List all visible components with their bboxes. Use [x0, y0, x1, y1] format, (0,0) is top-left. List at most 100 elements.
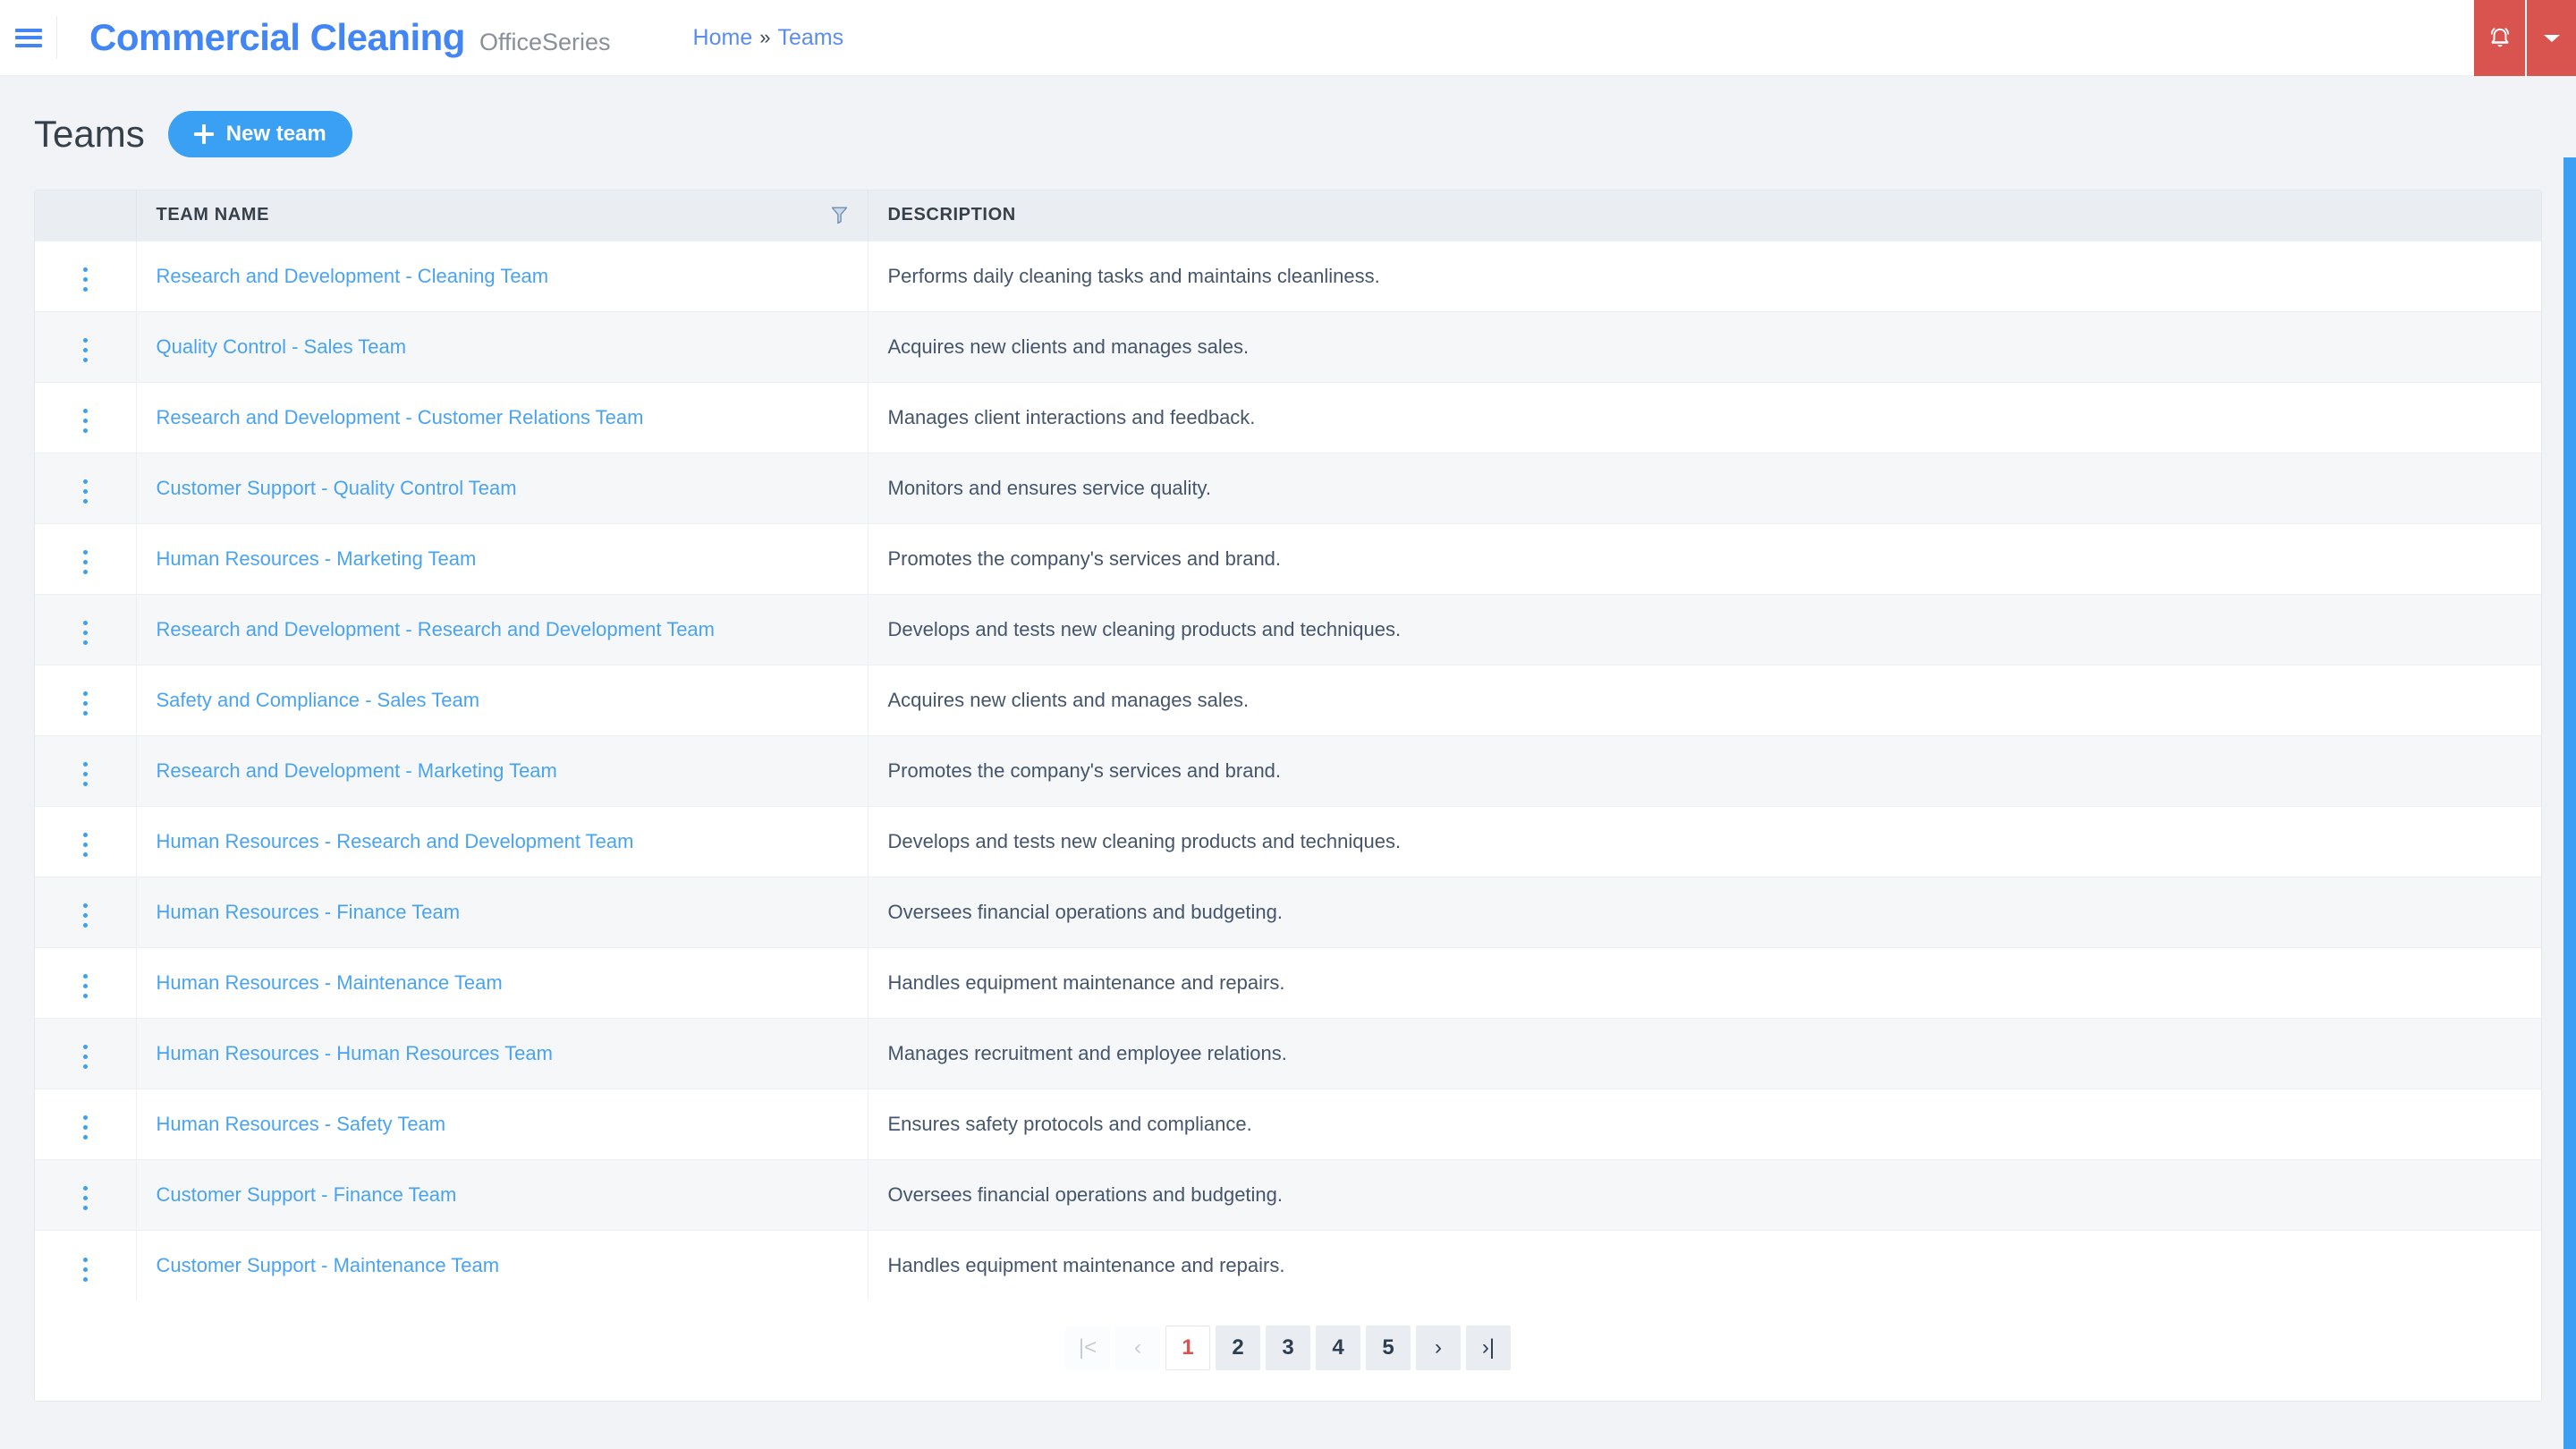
table-row: Human Resources - Finance Team Oversees f…: [35, 876, 2541, 947]
filter-funnel-icon[interactable]: [831, 206, 848, 225]
pagination-page-5[interactable]: 5: [1366, 1326, 1411, 1370]
kebab-menu-icon[interactable]: [67, 1251, 103, 1287]
team-name-cell: Research and Development - Cleaning Team: [136, 240, 869, 311]
pagination: |< ‹ 1 2 3 4 5 › ›|: [35, 1301, 2541, 1401]
table-row: Human Resources - Human Resources Team Ma…: [35, 1017, 2541, 1089]
team-name-link[interactable]: Human Resources - Finance Team: [157, 901, 461, 923]
team-name-link[interactable]: Human Resources - Maintenance Team: [157, 971, 503, 994]
row-actions-cell: [35, 1158, 137, 1230]
team-name-link[interactable]: Research and Development - Cleaning Team: [157, 265, 549, 287]
team-name-cell: Safety and Compliance - Sales Team: [136, 664, 869, 735]
kebab-menu-icon[interactable]: [67, 757, 103, 792]
pagination-page-1[interactable]: 1: [1165, 1326, 1210, 1370]
team-description-cell: Promotes the company's services and bran…: [868, 522, 2541, 594]
kebab-menu-icon[interactable]: [67, 969, 103, 1004]
top-navigation-bar: Commercial Cleaning OfficeSeries Home » …: [0, 0, 2576, 76]
kebab-menu-icon[interactable]: [67, 403, 103, 439]
pagination-prev-button[interactable]: ‹: [1115, 1326, 1160, 1370]
kebab-menu-icon[interactable]: [67, 474, 103, 510]
pagination-last-button[interactable]: ›|: [1466, 1326, 1511, 1370]
scrollbar-thumb[interactable]: [2563, 157, 2576, 1449]
menu-toggle-button[interactable]: [0, 0, 56, 76]
pagination-page-3[interactable]: 3: [1266, 1326, 1310, 1370]
chevron-down-icon: [2543, 34, 2560, 42]
table-row: Human Resources - Safety Team Ensures saf…: [35, 1088, 2541, 1159]
kebab-menu-icon[interactable]: [67, 615, 103, 651]
team-description-cell: Develops and tests new cleaning products…: [868, 805, 2541, 877]
team-name-link[interactable]: Quality Control - Sales Team: [157, 335, 407, 358]
kebab-menu-icon[interactable]: [67, 1110, 103, 1146]
brand: Commercial Cleaning OfficeSeries: [57, 16, 611, 59]
breadcrumb-separator-icon: »: [759, 26, 771, 48]
notifications-button[interactable]: [2474, 0, 2525, 76]
team-name-link[interactable]: Human Resources - Research and Developme…: [157, 830, 634, 852]
table-body: Research and Development - Cleaning Team…: [35, 240, 2541, 1301]
team-description-cell: Promotes the company's services and bran…: [868, 734, 2541, 806]
kebab-menu-icon[interactable]: [67, 333, 103, 369]
team-description-cell: Acquires new clients and manages sales.: [868, 664, 2541, 735]
team-description-cell: Handles equipment maintenance and repair…: [868, 946, 2541, 1018]
kebab-menu-icon[interactable]: [67, 1181, 103, 1216]
row-actions-cell: [35, 664, 137, 735]
team-name-link[interactable]: Research and Development - Research and …: [157, 618, 716, 640]
team-name-link[interactable]: Customer Support - Finance Team: [157, 1183, 457, 1206]
row-actions-cell: [35, 734, 137, 806]
team-name-link[interactable]: Research and Development - Marketing Tea…: [157, 759, 557, 782]
column-header-team-name: TEAM NAME: [136, 191, 869, 241]
row-actions-cell: [35, 240, 137, 311]
team-name-link[interactable]: Customer Support - Maintenance Team: [157, 1254, 500, 1276]
row-actions-cell: [35, 1229, 137, 1301]
table-row: Customer Support - Quality Control Team M…: [35, 452, 2541, 523]
table-row: Human Resources - Marketing Team Promotes…: [35, 522, 2541, 594]
team-name-cell: Human Resources - Finance Team: [136, 876, 869, 947]
kebab-menu-icon[interactable]: [67, 262, 103, 298]
new-team-button-label: New team: [225, 122, 326, 146]
team-description-cell: Ensures safety protocols and compliance.: [868, 1088, 2541, 1159]
team-name-cell: Research and Development - Marketing Tea…: [136, 734, 869, 806]
pagination-page-2[interactable]: 2: [1216, 1326, 1260, 1370]
bell-icon: [2490, 27, 2509, 47]
row-actions-cell: [35, 805, 137, 877]
table-row: Research and Development - Research and …: [35, 593, 2541, 665]
kebab-menu-icon[interactable]: [67, 898, 103, 934]
team-description-cell: Manages recruitment and employee relatio…: [868, 1017, 2541, 1089]
pagination-next-button[interactable]: ›: [1416, 1326, 1461, 1370]
vertical-scrollbar[interactable]: [2563, 152, 2576, 1449]
page-title: Teams: [34, 113, 145, 155]
kebab-menu-icon[interactable]: [67, 827, 103, 863]
table-row: Research and Development - Cleaning Team…: [35, 240, 2541, 311]
table-row: Human Resources - Maintenance Team Handle…: [35, 946, 2541, 1018]
team-name-link[interactable]: Human Resources - Human Resources Team: [157, 1042, 553, 1064]
column-header-team-name-label: TEAM NAME: [156, 205, 270, 225]
team-name-cell: Customer Support - Maintenance Team: [136, 1229, 869, 1301]
table-header: TEAM NAME DESCRIPTION: [35, 191, 2541, 241]
table-row: Research and Development - Marketing Tea…: [35, 734, 2541, 806]
team-name-link[interactable]: Safety and Compliance - Sales Team: [157, 689, 480, 711]
breadcrumb: Home » Teams: [693, 25, 844, 51]
team-name-link[interactable]: Customer Support - Quality Control Team: [157, 477, 517, 499]
breadcrumb-item-home[interactable]: Home: [693, 25, 753, 51]
team-name-link[interactable]: Human Resources - Safety Team: [157, 1113, 446, 1135]
team-name-link[interactable]: Research and Development - Customer Rela…: [157, 406, 644, 428]
account-dropdown-button[interactable]: [2525, 0, 2576, 76]
team-name-cell: Human Resources - Marketing Team: [136, 522, 869, 594]
plus-icon: [193, 124, 214, 144]
breadcrumb-item-teams[interactable]: Teams: [777, 25, 843, 51]
table-row: Quality Control - Sales Team Acquires new…: [35, 310, 2541, 382]
column-header-menu: [35, 191, 137, 241]
kebab-menu-icon[interactable]: [67, 686, 103, 722]
team-name-cell: Human Resources - Safety Team: [136, 1088, 869, 1159]
row-actions-cell: [35, 452, 137, 523]
team-name-cell: Customer Support - Quality Control Team: [136, 452, 869, 523]
new-team-button[interactable]: New team: [167, 111, 352, 157]
team-name-link[interactable]: Human Resources - Marketing Team: [157, 547, 477, 570]
kebab-menu-icon[interactable]: [67, 545, 103, 580]
pagination-page-4[interactable]: 4: [1316, 1326, 1360, 1370]
kebab-menu-icon[interactable]: [67, 1039, 103, 1075]
team-name-cell: Human Resources - Research and Developme…: [136, 805, 869, 877]
pagination-first-button[interactable]: |<: [1065, 1326, 1110, 1370]
teams-table: TEAM NAME DESCRIPTION Research and Devel…: [35, 191, 2541, 1301]
team-description-cell: Performs daily cleaning tasks and mainta…: [868, 240, 2541, 311]
team-name-cell: Human Resources - Human Resources Team: [136, 1017, 869, 1089]
row-actions-cell: [35, 946, 137, 1018]
